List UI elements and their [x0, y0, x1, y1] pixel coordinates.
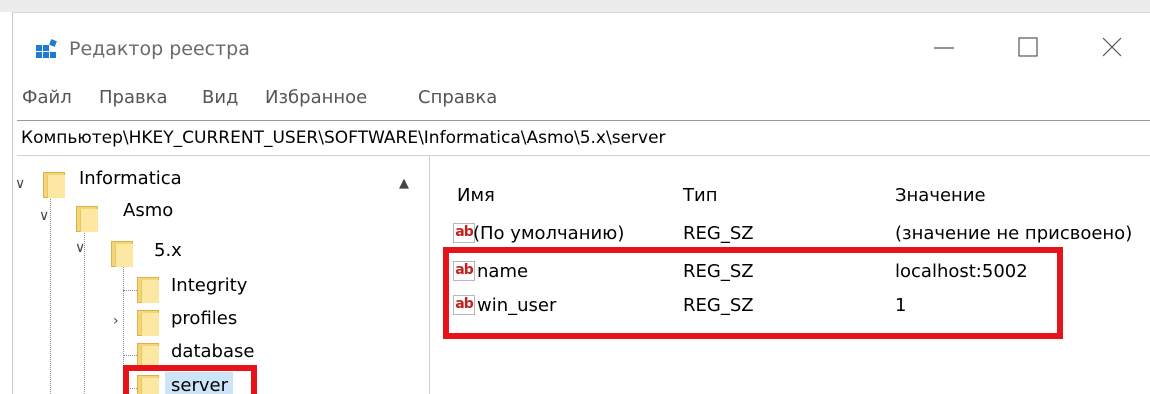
pane-splitter[interactable]: [431, 156, 437, 394]
registry-editor-icon: [36, 39, 57, 58]
folder-icon: [137, 310, 159, 336]
menu-edit[interactable]: Правка: [99, 87, 168, 108]
folder-icon: [111, 241, 133, 267]
tree-node-label: Integrity: [171, 275, 248, 296]
maximize-button[interactable]: [1005, 27, 1051, 67]
tree-node-label: 5.x: [154, 240, 182, 261]
menu-file[interactable]: Файл: [22, 87, 72, 108]
tree-node-informatica[interactable]: ∨ Informatica: [13, 168, 393, 200]
column-header-value[interactable]: Значение: [895, 185, 986, 206]
menu-favorites[interactable]: Избранное: [265, 87, 367, 108]
annotation-highlight-server: [123, 365, 257, 394]
chevron-down-icon[interactable]: ∨: [39, 208, 49, 224]
tree-node-5x[interactable]: ∨ 5.x: [13, 232, 393, 267]
address-bar[interactable]: Компьютер\HKEY_CURRENT_USER\SOFTWARE\Inf…: [17, 120, 1150, 156]
folder-icon: [43, 172, 65, 198]
address-path[interactable]: Компьютер\HKEY_CURRENT_USER\SOFTWARE\Inf…: [21, 128, 666, 148]
annotation-highlight-values: [443, 247, 1063, 339]
minimize-button[interactable]: [921, 27, 967, 67]
tree-node-label: profiles: [171, 308, 238, 329]
pane-divider: [429, 156, 430, 394]
menu-help[interactable]: Справка: [418, 87, 497, 108]
value-data: (значение не присвоено): [895, 223, 1133, 244]
tree-node-label: Informatica: [79, 168, 182, 189]
tree-pane[interactable]: ▲ ∨ Informatica ∨ Asmo ∨ 5.x Integrity ›: [13, 156, 427, 394]
chevron-down-icon[interactable]: ∨: [15, 176, 25, 192]
window-title: Редактор реестра: [69, 38, 250, 60]
maximize-icon: [1018, 37, 1038, 57]
tree-node-label: Asmo: [123, 200, 174, 221]
tree-node-asmo[interactable]: ∨ Asmo: [13, 200, 393, 232]
tree-node-profiles[interactable]: › profiles: [13, 305, 393, 337]
minimize-icon: [934, 47, 954, 49]
tree-node-label: database: [171, 341, 255, 362]
close-button[interactable]: [1089, 27, 1135, 67]
values-list[interactable]: Имя Тип Значение ab (По умолчанию) REG_S…: [439, 156, 1150, 394]
tree-scroll-up-icon[interactable]: ▲: [399, 176, 409, 191]
column-header-type[interactable]: Тип: [683, 185, 717, 206]
value-name: (По умолчанию): [473, 223, 625, 244]
desktop-strip: [0, 0, 1150, 12]
column-header-name[interactable]: Имя: [457, 185, 495, 206]
title-bar[interactable]: Редактор реестра: [13, 13, 1150, 79]
chevron-down-icon[interactable]: ∨: [75, 240, 85, 256]
string-value-icon: ab: [453, 223, 475, 243]
folder-icon: [137, 277, 159, 303]
close-icon: [1102, 37, 1122, 57]
tree-node-integrity[interactable]: Integrity: [13, 272, 393, 304]
menu-view[interactable]: Вид: [202, 87, 239, 108]
folder-icon: [76, 206, 98, 232]
chevron-right-icon[interactable]: ›: [113, 313, 119, 329]
registry-editor-window: Редактор реестра Файл Правка Вид Избранн…: [12, 12, 1150, 394]
value-type: REG_SZ: [683, 223, 754, 244]
